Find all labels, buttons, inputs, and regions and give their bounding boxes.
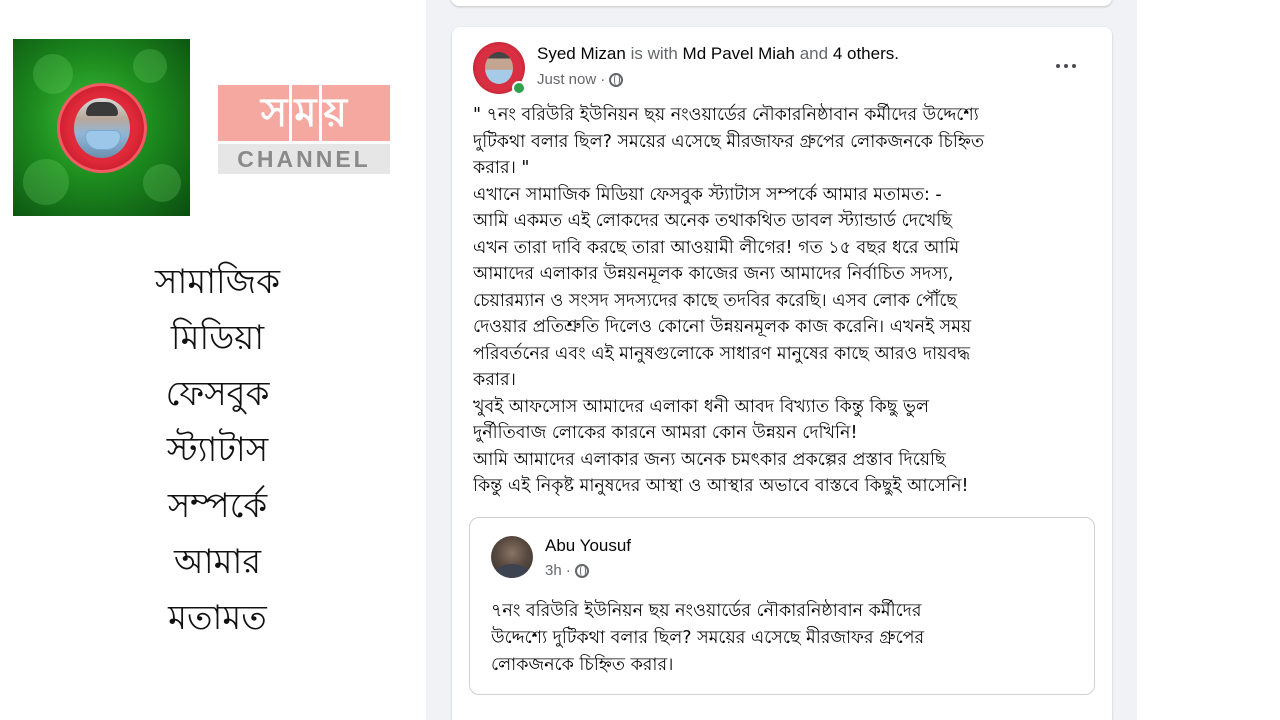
caption-line: আমার [173, 542, 262, 582]
caption-line: মতামত [168, 598, 267, 638]
post-text: " ৭নং বরিউরি ইউনিয়ন ছয় নংওয়ার্ডের নৌক… [473, 102, 1098, 500]
post-meta: Just now · [537, 71, 624, 88]
post-text-line: চেয়ারম্যান ও সংসদ সদস্যদের কাছে তদবির ক… [473, 290, 958, 311]
post-timestamp[interactable]: Just now [537, 71, 596, 88]
meta-separator: · [565, 562, 571, 579]
bokeh-light [133, 49, 167, 83]
post-text-line: করার। " [473, 158, 530, 178]
shared-post-text: ৭নং বরিউরি ইউনিয়ন ছয় নংওয়ার্ডের নৌকার… [491, 598, 1081, 679]
more-options-icon[interactable] [1052, 55, 1082, 75]
shared-post-timestamp[interactable]: 3h [545, 562, 562, 579]
post-header: Syed Mizan is with Md Pavel Miah and 4 o… [537, 44, 899, 64]
caption-line: মিডিয়া [170, 318, 265, 358]
shared-post-meta: 3h · [545, 562, 589, 579]
logo-bengali-letters: স ম য় [218, 85, 390, 141]
author-name-link[interactable]: Syed Mizan [537, 44, 626, 63]
post-text-line: আমি আমাদের এলাকার জন্য অনেক চমৎকার প্রকল… [473, 449, 946, 470]
bokeh-light [23, 159, 69, 205]
logo-letter: ম [292, 85, 322, 141]
shared-text-line: লোকজনকে চিহ্নিত করার। [491, 655, 674, 675]
previous-post-card [451, 0, 1112, 6]
shared-post-card[interactable]: Abu Yousuf 3h · ৭নং বরিউরি ইউনিয়ন ছয় ন… [469, 517, 1095, 695]
post-text-line: করার। [473, 370, 516, 390]
caption-line: সামাজিক [155, 262, 280, 302]
author-avatar[interactable] [473, 42, 526, 95]
somoy-channel-logo: স ম য় CHANNEL [218, 85, 390, 175]
is-with-text: is with [630, 44, 678, 63]
tagged-person-link[interactable]: Md Pavel Miah [683, 44, 795, 63]
post-text-line: কিন্তু এই নিকৃষ্ট মানুষদের আস্থা ও আস্থা… [473, 476, 969, 496]
post-text-line: খুবই আফসোস আমাদের এলাকা ধনী আবদ বিখ্যাত … [473, 396, 930, 417]
shared-text-line: ৭নং বরিউরি ইউনিয়ন ছয় নংওয়ার্ডের নৌকার… [491, 601, 922, 621]
meta-separator: · [600, 71, 606, 88]
author-photo [485, 52, 513, 84]
post-text-line: দুটিকথা বলার ছিল? সময়ের এসেছে মীরজাফর গ… [473, 131, 985, 152]
bokeh-light [33, 54, 73, 94]
caption-line: স্ট্যাটাস [166, 430, 269, 470]
shared-author-avatar[interactable] [491, 536, 533, 578]
globe-icon[interactable] [574, 563, 589, 578]
post-text-line: দেওয়ার প্রতিশ্রুতি দিলেও কোনো উন্নয়নমূ… [473, 317, 972, 337]
others-link[interactable]: 4 others. [833, 44, 899, 63]
logo-letter: য় [323, 90, 348, 136]
post-text-line: " ৭নং বরিউরি ইউনিয়ন ছয় নংওয়ার্ডের নৌক… [473, 105, 979, 125]
caption-title: সামাজিক মিডিয়া ফেসবুক স্ট্যাটাস সম্পর্ক… [100, 254, 335, 646]
logo-channel-text: CHANNEL [218, 144, 390, 174]
profile-frame-ring [57, 83, 147, 173]
shared-text-line: উদ্দেশ্যে দুটিকথা বলার ছিল? সময়ের এসেছে… [491, 628, 925, 648]
post-text-line: আমি একমত এই লোকদের অনেক তথাকথিত ডাবল স্ট… [473, 211, 953, 231]
caption-line: সম্পর্কে [167, 486, 268, 526]
bokeh-light [143, 164, 181, 202]
caption-line: ফেসবুক [165, 374, 270, 414]
post-text-line: এখানে সামাজিক মিডিয়া ফেসবুক স্ট্যাটাস স… [473, 184, 942, 205]
post-text-line: আমাদের এলাকার উন্নয়নমূলক কাজের জন্য আমা… [473, 264, 954, 284]
logo-letter: স [259, 85, 293, 141]
post-text-line: এখন তারা দাবি করছে তারা আওয়ামী লীগের! গ… [473, 237, 960, 258]
online-status-dot [512, 81, 526, 95]
shared-author-name[interactable]: Abu Yousuf [545, 536, 631, 556]
and-text: and [799, 44, 829, 63]
facebook-post-card: Syed Mizan is with Md Pavel Miah and 4 o… [452, 27, 1112, 720]
post-text-line: দুর্নীতিবাজ লোকের কারনে আমরা কোন উন্নয়ন… [473, 423, 858, 443]
post-text-line: পরিবর্তনের এবং এই মানুষগুলোকে সাধারণ মান… [473, 343, 971, 364]
globe-icon[interactable] [609, 72, 624, 87]
profile-picture-thumbnail [13, 39, 190, 216]
profile-photo [74, 98, 130, 158]
